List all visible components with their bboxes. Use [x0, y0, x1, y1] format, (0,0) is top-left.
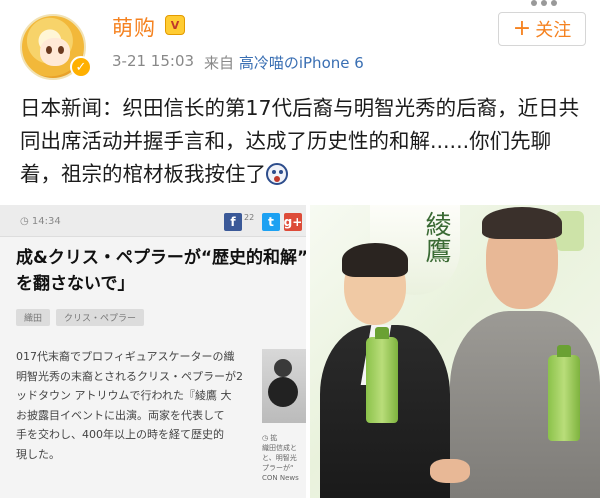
post-source-prefix: 来自	[204, 54, 235, 72]
post-device-link[interactable]: 高冷喵のiPhone 6	[239, 54, 364, 72]
tea-bottle	[366, 327, 398, 423]
news-body-line: 手を交わし、400年以上の時を経て歴史的	[16, 428, 224, 441]
share-count: 22	[244, 213, 255, 222]
news-body-line: 017代末裔でプロフィギュアスケーターの織	[16, 350, 235, 363]
post-text: 日本新闻：织田信长的第17代后裔与明智光秀的后裔，近日共同出席活动并握手言和，达…	[20, 92, 588, 191]
plus-icon: +	[512, 16, 532, 41]
person-right	[450, 207, 600, 498]
news-thumbnail	[262, 349, 306, 423]
news-headline-line: を翻さないで」	[16, 274, 135, 294]
news-thumb-caption: ◷ 拡 織田信成と と、明智光 プラーが“ CON News	[262, 433, 306, 483]
author-name[interactable]: 萌购	[112, 12, 156, 42]
post-body: 日本新闻：织田信长的第17代后裔与明智光秀的后裔，近日共同出席活动并握手言和，达…	[20, 96, 580, 186]
thumb-caption-line: CON News	[262, 474, 299, 482]
thumb-caption-line: プラーが“	[262, 464, 294, 472]
news-headline-line: 成&クリス・ペプラーが“歴史的和解”	[16, 248, 306, 268]
event-photo-image[interactable]: 綾鷹	[310, 205, 600, 498]
news-time: ◷ 14:34	[20, 216, 61, 227]
person-left-hair	[342, 243, 408, 277]
news-body-line: 現した。	[16, 447, 60, 461]
news-tags: 織田 クリス・ペプラー	[16, 309, 145, 326]
thumb-caption-line: 織田信成と	[262, 444, 297, 452]
avatar-eye-left	[46, 46, 52, 54]
more-options-icon[interactable]	[514, 0, 574, 8]
news-body-line: 明智光秀の末裔とされるクリス・ペプラーが2	[16, 369, 243, 383]
thumb-caption-line: ◷ 拡	[262, 434, 278, 442]
news-headline: 成&クリス・ペプラーが“歴史的和解” を翻さないで」	[16, 245, 306, 297]
verified-badge-icon: ✓	[70, 56, 92, 78]
handshake	[430, 459, 470, 483]
news-body-line: ッドタウン アトリウムで行われた『綾鷹 大	[16, 389, 232, 402]
avatar-eye-right	[58, 46, 64, 54]
news-body-line: お披露目イベントに出演。両家を代表して	[16, 408, 225, 422]
post-meta: 3-21 15:03 来自 高冷喵のiPhone 6	[112, 52, 364, 73]
thumb-caption-line: と、明智光	[262, 454, 297, 462]
vip-badge-icon[interactable]: V	[165, 15, 185, 35]
tea-bottle	[548, 345, 580, 441]
twitter-share-icon: t	[262, 213, 280, 231]
person-right-hair	[482, 207, 562, 239]
follow-button[interactable]: + 关注	[498, 12, 586, 46]
surprised-emoji-icon	[266, 163, 288, 185]
avatar-face	[40, 38, 70, 66]
news-body: 017代末裔でプロフィギュアスケーターの織 明智光秀の末裔とされるクリス・ペプラ…	[16, 347, 256, 464]
news-screenshot-image[interactable]: ◷ 14:34 f 22 t g+ 成&クリス・ペプラーが“歴史的和解” を翻さ…	[0, 205, 306, 498]
news-tag: クリス・ペプラー	[56, 309, 145, 326]
follow-button-label: 关注	[535, 20, 572, 41]
facebook-share-icon: f	[224, 213, 242, 231]
googleplus-share-icon: g+	[283, 213, 303, 231]
news-tag: 織田	[16, 309, 51, 326]
post-timestamp: 3-21 15:03	[112, 52, 195, 70]
